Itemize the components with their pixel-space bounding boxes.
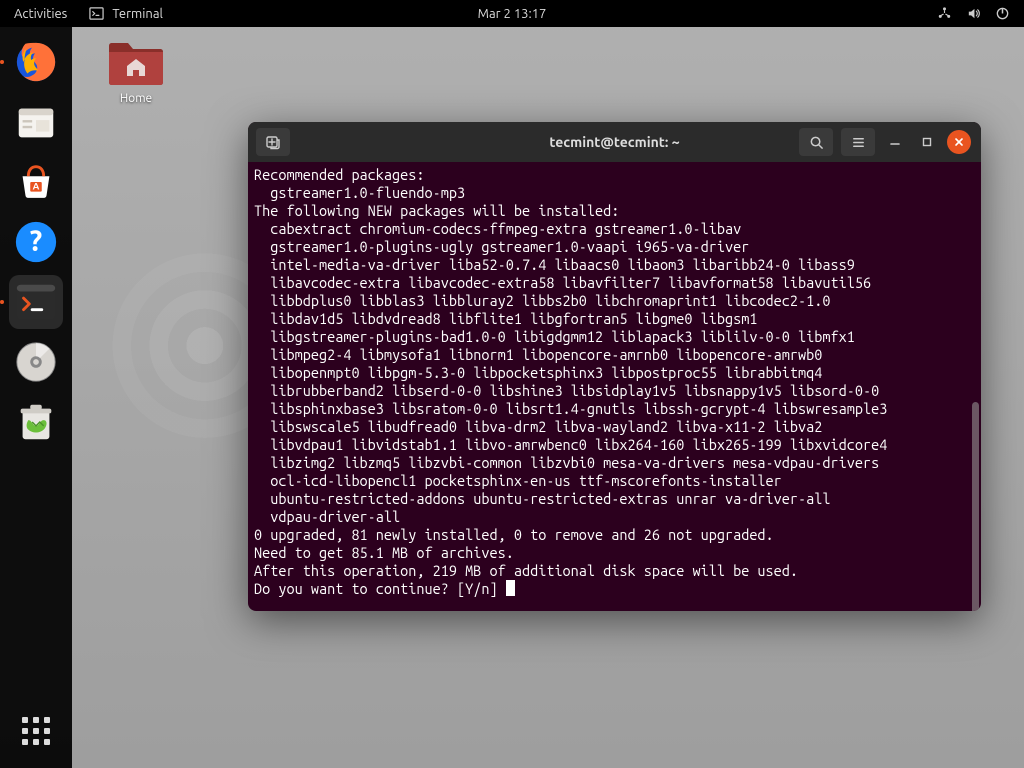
minimize-button[interactable] xyxy=(883,130,907,154)
help-icon: ? xyxy=(13,219,59,265)
terminal-window: tecmint@tecmint: ~ Recommended packages:… xyxy=(248,122,981,611)
window-title: tecmint@tecmint: ~ xyxy=(549,134,679,150)
dock-trash[interactable] xyxy=(9,395,63,449)
power-icon[interactable] xyxy=(995,6,1010,21)
app-menu[interactable]: Terminal xyxy=(89,6,163,21)
dock-files[interactable] xyxy=(9,95,63,149)
disk-icon xyxy=(13,339,59,385)
volume-icon[interactable] xyxy=(966,6,981,21)
dock-software[interactable]: A xyxy=(9,155,63,209)
dock-help[interactable]: ? xyxy=(9,215,63,269)
maximize-button[interactable] xyxy=(915,130,939,154)
software-icon: A xyxy=(13,159,59,205)
clock[interactable]: Mar 2 13:17 xyxy=(478,7,547,21)
activities-button[interactable]: Activities xyxy=(14,7,67,21)
desktop-home-folder[interactable]: Home xyxy=(100,38,172,105)
folder-icon xyxy=(107,38,165,88)
dock-disk[interactable] xyxy=(9,335,63,389)
terminal-body[interactable]: Recommended packages: gstreamer1.0-fluen… xyxy=(248,162,981,611)
scrollbar-thumb[interactable] xyxy=(972,402,979,611)
dock-terminal[interactable] xyxy=(9,275,63,329)
search-button[interactable] xyxy=(799,128,833,156)
files-icon xyxy=(13,99,59,145)
titlebar[interactable]: tecmint@tecmint: ~ xyxy=(248,122,981,162)
terminal-app-icon xyxy=(13,279,59,325)
close-button[interactable] xyxy=(947,130,971,154)
terminal-icon xyxy=(89,6,104,21)
dock: A ? xyxy=(0,27,72,768)
firefox-icon xyxy=(13,39,59,85)
svg-text:A: A xyxy=(33,181,40,192)
new-tab-button[interactable] xyxy=(256,128,290,156)
app-menu-label: Terminal xyxy=(112,7,163,21)
desktop-home-label: Home xyxy=(100,92,172,105)
hamburger-menu-button[interactable] xyxy=(841,128,875,156)
svg-text:?: ? xyxy=(30,225,43,257)
network-icon[interactable] xyxy=(937,6,952,21)
terminal-output: Recommended packages: gstreamer1.0-fluen… xyxy=(254,166,971,598)
cursor xyxy=(506,580,515,596)
show-applications-button[interactable] xyxy=(9,704,63,758)
dock-firefox[interactable] xyxy=(9,35,63,89)
trash-icon xyxy=(13,399,59,445)
top-panel: Activities Terminal Mar 2 13:17 xyxy=(0,0,1024,27)
apps-grid-icon xyxy=(22,717,50,745)
